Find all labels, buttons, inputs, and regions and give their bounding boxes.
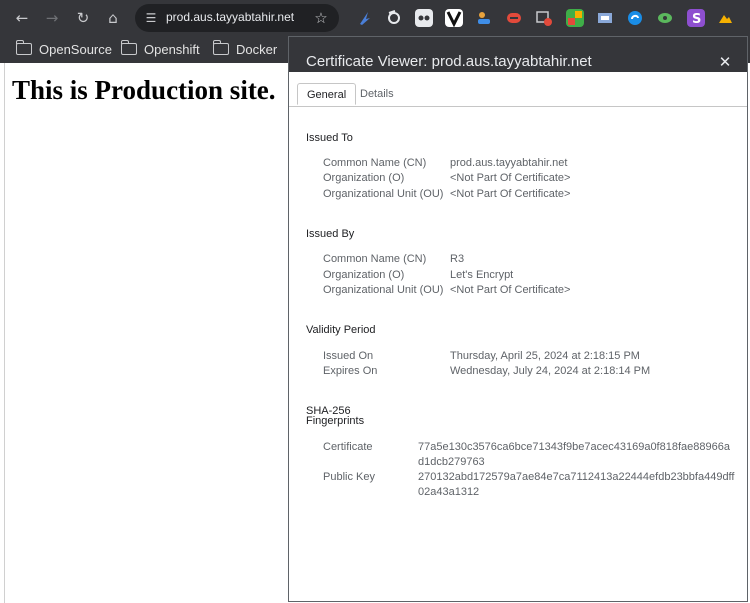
field-key: Organization (O) [323, 269, 405, 281]
home-icon[interactable]: ⌂ [101, 6, 125, 30]
field-key: Public Key [323, 471, 375, 483]
extension-icon[interactable] [355, 9, 373, 27]
field-value: R3 [450, 253, 465, 265]
bookmark-folder[interactable]: Openshift [120, 40, 200, 59]
extension-icon[interactable] [656, 9, 674, 27]
dialog-tabs: General Details [289, 72, 747, 107]
bookmark-label: Docker [236, 42, 278, 57]
extension-icon[interactable] [475, 9, 493, 27]
field-value: Wednesday, July 24, 2024 at 2:18:14 PM [450, 365, 651, 377]
extension-icon[interactable] [415, 9, 433, 27]
certificate-viewer-dialog: Certificate Viewer: prod.aus.tayyabtahir… [288, 36, 748, 602]
bookmark-folder[interactable]: Docker [212, 40, 278, 59]
extension-icon[interactable] [385, 9, 403, 27]
page-left-edge [0, 63, 5, 603]
address-bar[interactable]: ☰ prod.aus.tayyabtahir.net ☆ [135, 4, 339, 32]
extension-icon[interactable] [535, 9, 553, 27]
field-key: Organization (O) [323, 172, 405, 184]
extension-icon[interactable]: S [687, 9, 705, 27]
extension-icon[interactable] [626, 9, 644, 27]
issued-to-title: Issued To [306, 132, 353, 144]
extension-icon[interactable] [505, 9, 523, 27]
validity-period-title: Validity Period [306, 324, 376, 336]
tab-details[interactable]: Details [351, 83, 403, 105]
field-value: <Not Part Of Certificate> [450, 172, 571, 184]
tab-general[interactable]: General [297, 83, 357, 105]
field-key: Certificate [323, 441, 373, 453]
extension-icon[interactable] [566, 9, 584, 27]
field-value: Thursday, April 25, 2024 at 2:18:15 PM [450, 350, 640, 362]
field-key: Organizational Unit (OU) [323, 284, 444, 296]
bookmark-label: OpenSource [39, 42, 112, 57]
field-value: 270132abd172579a7ae84e7ca7112413a22444ef… [418, 471, 735, 498]
extension-icon[interactable] [716, 9, 734, 27]
folder-icon [15, 40, 32, 55]
svg-text:S: S [692, 12, 701, 27]
reload-icon[interactable]: ↻ [71, 6, 95, 30]
extension-icon[interactable] [445, 9, 463, 28]
field-key: Expires On [323, 365, 378, 377]
url-text[interactable]: prod.aus.tayyabtahir.net [166, 10, 294, 24]
close-icon[interactable]: ✕ [716, 53, 734, 71]
field-key: Common Name (CN) [323, 157, 427, 169]
field-value: Let's Encrypt [450, 269, 514, 281]
issued-by-title: Issued By [306, 228, 355, 240]
field-key: Issued On [323, 350, 374, 362]
dialog-header: Certificate Viewer: prod.aus.tayyabtahir… [289, 37, 747, 72]
back-arrow-icon[interactable]: ← [10, 6, 34, 30]
page-heading: This is Production site. [12, 75, 276, 105]
field-key: Common Name (CN) [323, 253, 427, 265]
field-value: 77a5e130c3576ca6bce71343f9be7acec43169a0… [418, 441, 730, 468]
dialog-title: Certificate Viewer: prod.aus.tayyabtahir… [306, 53, 592, 70]
field-value: <Not Part Of Certificate> [450, 188, 571, 200]
field-value: prod.aus.tayyabtahir.net [450, 157, 568, 169]
bookmark-folder[interactable]: OpenSource [15, 40, 112, 59]
forward-arrow-icon[interactable]: → [40, 6, 64, 30]
browser-toolbar: ← → ↻ ⌂ ☰ prod.aus.tayyabtahir.net ☆ S [0, 0, 750, 36]
fingerprints-title: Fingerprints [306, 415, 365, 427]
field-value: <Not Part Of Certificate> [450, 284, 571, 296]
bookmark-star-icon[interactable]: ☆ [311, 8, 331, 28]
field-key: Organizational Unit (OU) [323, 188, 444, 200]
site-info-icon[interactable]: ☰ [143, 10, 159, 26]
folder-icon [212, 40, 229, 55]
bookmark-label: Openshift [144, 42, 200, 57]
extension-icon[interactable] [596, 9, 614, 27]
folder-icon [120, 40, 137, 55]
